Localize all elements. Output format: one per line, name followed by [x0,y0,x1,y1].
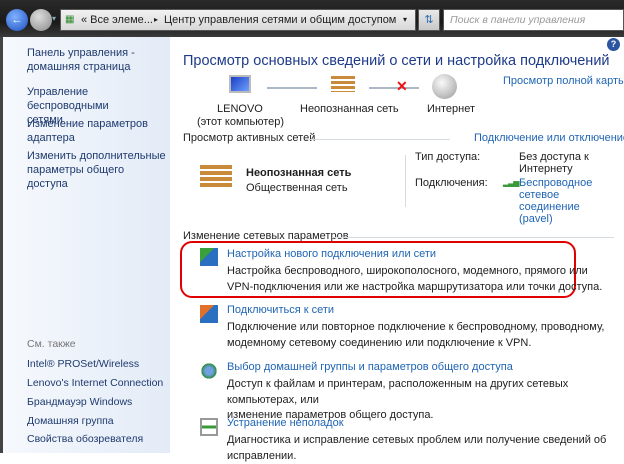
breadcrumb-all-items[interactable]: « Все элеме... [81,10,153,30]
see-also-firewall[interactable]: Брандмауэр Windows [27,395,167,409]
globe-icon [432,74,457,99]
access-type-value: Без доступа к Интернету [519,151,589,175]
sidebar-link-adapter[interactable]: Изменение параметров адаптера [27,117,167,145]
network-type-link[interactable]: Общественная сеть [246,182,348,194]
sidebar-link-sharing[interactable]: Изменить дополнительные параметры общего… [27,149,167,191]
wireless-connection-link[interactable]: Беспроводное сетевое соединение (pavel) [519,177,619,225]
breadcrumb-current[interactable]: Центр управления сетями и общим доступом [164,10,396,30]
task-new-connection-desc: Настройка беспроводного, широкополосного… [227,265,603,293]
recent-pages-dropdown[interactable]: ▾ [52,14,56,23]
search-input[interactable]: Поиск в панели управления [443,9,624,31]
connect-disconnect-link[interactable]: Подключение или отключение [474,132,624,144]
new-connection-icon [200,248,218,266]
computer-icon [229,75,251,93]
task-new-connection-link[interactable]: Настройка нового подключения или сети [227,248,436,260]
address-dropdown-icon[interactable]: ▾ [403,10,407,30]
network-name: Неопознанная сеть [246,167,352,179]
explorer-toolbar: ← ▾ ▦ « Все элеме... ▸ Центр управления … [0,0,624,37]
sidebar-link-home[interactable]: Панель управления - домашняя страница [27,46,167,74]
breadcrumb-separator[interactable]: ▸ [154,10,158,30]
sidebar: Панель управления - домашняя страница Уп… [0,37,170,453]
map-computer-sublabel: (этот компьютер) [197,116,285,128]
task-troubleshoot-link[interactable]: Устранение неполадок [227,417,344,429]
network-bench-icon [200,165,232,187]
control-panel-icon: ▦ [65,14,75,25]
map-computer-label: LENOVO [217,103,263,115]
map-line-broken [369,87,419,89]
map-internet-label: Интернет [427,103,475,115]
back-button[interactable]: ← [6,9,28,31]
see-also-lenovo[interactable]: Lenovo's Internet Connection [27,376,167,390]
refresh-button[interactable]: ⇅ [418,9,440,31]
map-network-label: Неопознанная сеть [300,103,399,115]
address-bar[interactable]: ▦ « Все элеме... ▸ Центр управления сетя… [60,9,416,31]
wifi-signal-icon: ▂▃▅ [503,178,520,187]
see-also-intel[interactable]: Intel® PROSet/Wireless [27,357,167,371]
divider [305,139,450,140]
see-also-homegroup[interactable]: Домашняя группа [27,414,167,428]
troubleshoot-icon [200,418,218,436]
active-networks-title: Просмотр активных сетей [183,132,316,144]
connect-network-icon [200,305,218,323]
page-title: Просмотр основных сведений о сети и наст… [183,53,610,69]
task-connect-link[interactable]: Подключиться к сети [227,304,334,316]
connections-label: Подключения: [415,177,488,189]
access-type-label: Тип доступа: [415,151,481,163]
forward-button[interactable] [30,9,52,31]
view-full-map-link[interactable]: Просмотр полной карты [503,75,624,87]
map-line [267,87,317,89]
divider [332,237,614,238]
see-also-title: См. также [27,338,76,350]
help-button[interactable]: ? [607,38,620,51]
task-homegroup-link[interactable]: Выбор домашней группы и параметров общег… [227,361,513,373]
task-troubleshoot-desc: Диагностика и исправление сетевых пробле… [227,434,607,462]
bench-icon [331,76,355,92]
disconnected-x-icon: ✕ [396,78,408,94]
see-also-browser[interactable]: Свойства обозревателя [27,432,167,446]
homegroup-icon [200,362,218,380]
vertical-divider [405,155,406,207]
task-connect-desc: Подключение или повторное подключение к … [227,321,605,349]
